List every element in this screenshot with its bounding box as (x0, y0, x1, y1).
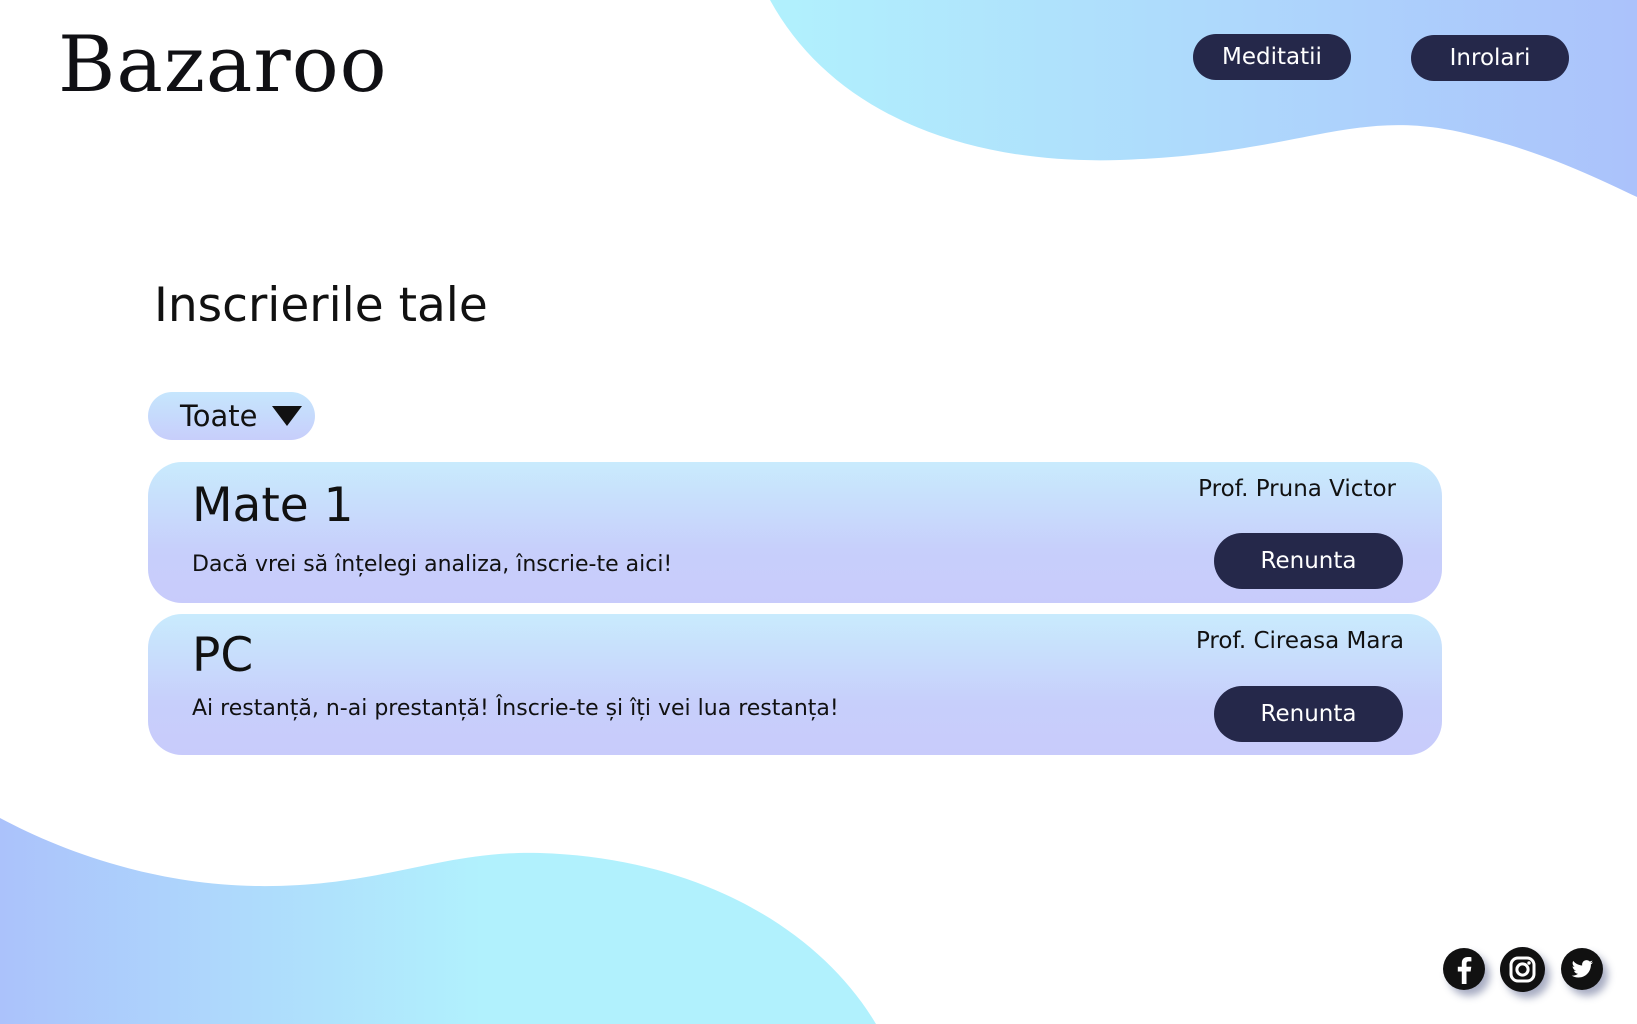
page-title: Inscrierile tale (154, 278, 488, 333)
course-card: PC Ai restanță, n-ai prestanță! Înscrie-… (148, 614, 1442, 755)
filter-selected-value: Toate (180, 399, 258, 433)
caret-down-icon (271, 406, 302, 426)
instagram-icon[interactable] (1500, 947, 1545, 992)
course-description: Ai restanță, n-ai prestanță! Înscrie-te … (192, 696, 839, 721)
course-title: PC (192, 628, 254, 683)
course-professor: Prof. Cireasa Mara (1195, 628, 1404, 654)
twitter-icon[interactable] (1561, 948, 1603, 990)
renunta-button[interactable]: Renunta (1214, 533, 1403, 589)
facebook-icon[interactable] (1443, 948, 1485, 990)
course-professor: Prof. Pruna Victor (1198, 476, 1396, 502)
course-description: Dacă vrei să înțelegi analiza, înscrie-t… (192, 552, 673, 577)
nav-meditatii-button[interactable]: Meditatii (1193, 34, 1351, 80)
course-title: Mate 1 (192, 478, 354, 533)
filter-dropdown[interactable]: Toate (148, 392, 315, 440)
brand-logo[interactable]: Bazaroo (58, 26, 388, 104)
course-card: Mate 1 Dacă vrei să înțelegi analiza, în… (148, 462, 1442, 603)
nav-inrolari-button[interactable]: Inrolari (1411, 35, 1569, 81)
renunta-button[interactable]: Renunta (1214, 686, 1403, 742)
